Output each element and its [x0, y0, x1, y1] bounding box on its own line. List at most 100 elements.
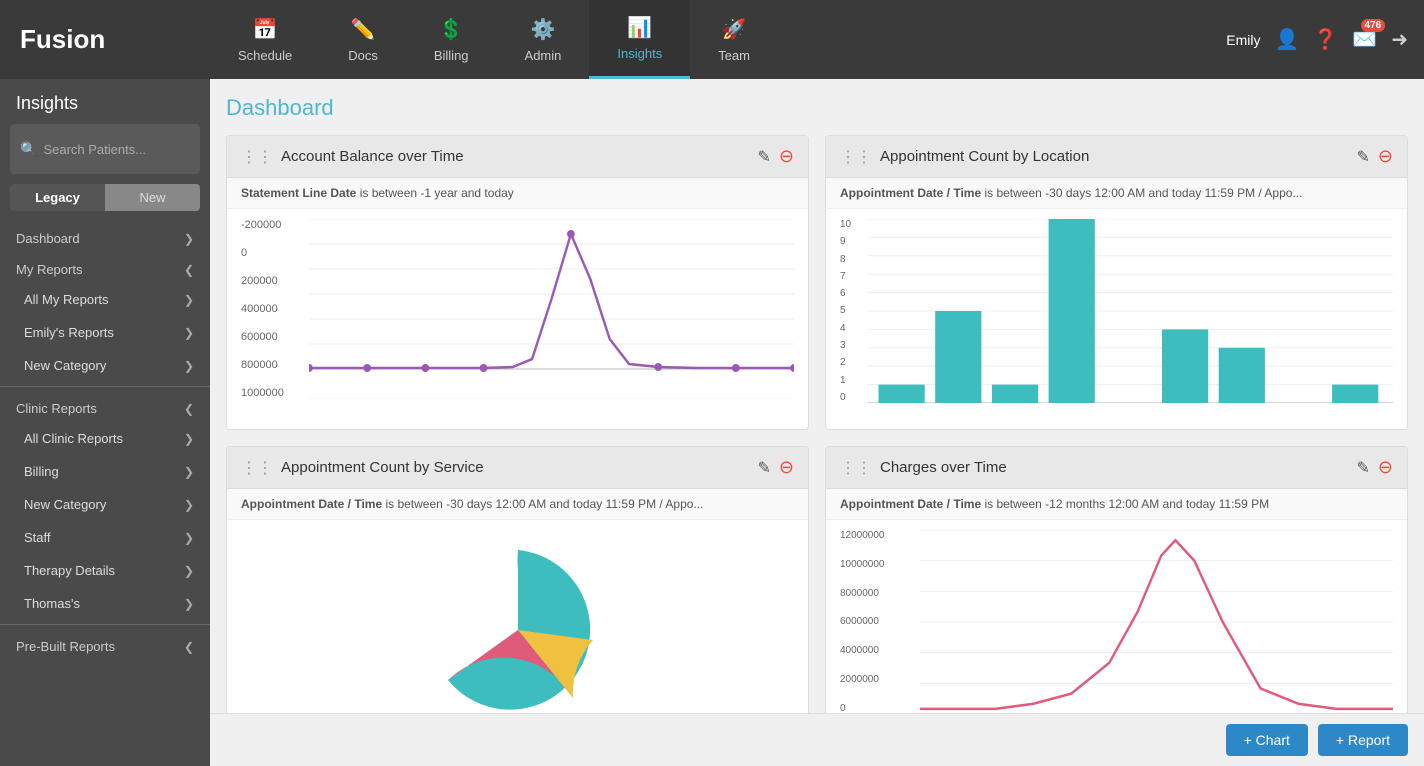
line-chart-svg-area	[309, 219, 794, 399]
sidebar-item-billing[interactable]: Billing ❯	[0, 455, 210, 488]
edit-appointment-location-button[interactable]: ✎	[1357, 147, 1370, 167]
user-name: Emily	[1226, 32, 1260, 48]
docs-icon: ✏️	[351, 17, 376, 42]
sidebar-item-my-reports[interactable]: My Reports ❮	[0, 252, 210, 283]
edit-account-balance-button[interactable]: ✎	[758, 147, 771, 167]
sidebar-dashboard-label: Dashboard	[16, 231, 80, 246]
legacy-toggle[interactable]: Legacy	[10, 184, 105, 211]
clinic-reports-label: Clinic Reports	[16, 401, 97, 416]
edit-charges-button[interactable]: ✎	[1357, 458, 1370, 478]
remove-appointment-location-button[interactable]: ⊖	[1378, 146, 1393, 167]
sidebar-divider-2	[0, 624, 210, 625]
my-reports-chevron-icon: ❮	[184, 263, 194, 277]
user-avatar-button[interactable]: 👤	[1275, 27, 1300, 52]
sidebar-item-new-category-my[interactable]: New Category ❯	[0, 349, 210, 382]
drag-handle-account-balance[interactable]: ⋮⋮	[241, 147, 273, 167]
add-chart-button[interactable]: + Chart	[1226, 724, 1308, 756]
filter-bold-charges: Appointment Date / Time	[840, 497, 981, 511]
mail-badge-container: ✉️ 476	[1352, 27, 1377, 52]
nav-team[interactable]: 🚀 Team	[690, 0, 778, 79]
sidebar-item-pre-built-reports[interactable]: Pre-Built Reports ❮	[0, 629, 210, 660]
chart-body-appointment-location: 0 1 2 3 4 5 6 7 8 9 10	[826, 209, 1407, 429]
remove-appointment-service-button[interactable]: ⊖	[779, 457, 794, 478]
staff-chevron-icon: ❯	[184, 531, 194, 545]
chart-appointment-location: ⋮⋮ Appointment Count by Location ✎ ⊖ App…	[825, 135, 1408, 430]
mail-badge-count: 476	[1361, 19, 1386, 32]
nav-admin-label: Admin	[525, 48, 562, 63]
chart-body-account-balance: 1000000 800000 600000 400000 200000 0 -2…	[227, 209, 808, 429]
thomass-chevron-icon: ❯	[184, 597, 194, 611]
thomass-label: Thomas's	[24, 596, 80, 611]
logout-button[interactable]: ➜	[1391, 27, 1408, 52]
all-clinic-reports-label: All Clinic Reports	[24, 431, 123, 446]
edit-appointment-service-button[interactable]: ✎	[758, 458, 771, 478]
new-category-my-label: New Category	[24, 358, 106, 373]
sidebar-item-clinic-reports[interactable]: Clinic Reports ❮	[0, 391, 210, 422]
nav-items: 📅 Schedule ✏️ Docs 💲 Billing ⚙️ Admin 📊 …	[210, 0, 1210, 79]
bottom-bar: + Chart + Report	[210, 713, 1424, 766]
chart-header-appointment-service: ⋮⋮ Appointment Count by Service ✎ ⊖	[227, 447, 808, 489]
main-layout: Insights 🔍 👤+ Legacy New Dashboard ❯ My …	[0, 79, 1424, 766]
billing-chevron-icon: ❯	[184, 465, 194, 479]
team-icon: 🚀	[722, 17, 747, 42]
remove-charges-button[interactable]: ⊖	[1378, 457, 1393, 478]
sidebar: Insights 🔍 👤+ Legacy New Dashboard ❯ My …	[0, 79, 210, 766]
line-chart-account-balance: 1000000 800000 600000 400000 200000 0 -2…	[241, 219, 794, 419]
pie-chart-service	[241, 530, 794, 730]
search-input[interactable]	[43, 142, 210, 157]
sidebar-item-thomass[interactable]: Thomas's ❯	[0, 587, 210, 620]
sidebar-item-new-category-clinic[interactable]: New Category ❯	[0, 488, 210, 521]
help-button[interactable]: ❓	[1313, 27, 1338, 52]
all-my-reports-chevron-icon: ❯	[184, 293, 194, 307]
chart-body-charges: 0 2000000 4000000 6000000 8000000 100000…	[826, 520, 1407, 740]
top-nav: Fusion 📅 Schedule ✏️ Docs 💲 Billing ⚙️ A…	[0, 0, 1424, 79]
filter-bold-appointment-location: Appointment Date / Time	[840, 186, 981, 200]
therapy-details-chevron-icon: ❯	[184, 564, 194, 578]
pre-built-reports-chevron-icon: ❮	[184, 640, 194, 654]
sidebar-item-all-clinic-reports[interactable]: All Clinic Reports ❯	[0, 422, 210, 455]
schedule-icon: 📅	[253, 17, 278, 42]
sidebar-item-emilys-reports[interactable]: Emily's Reports ❯	[0, 316, 210, 349]
nav-insights[interactable]: 📊 Insights	[589, 0, 690, 79]
sidebar-item-all-my-reports[interactable]: All My Reports ❯	[0, 283, 210, 316]
nav-billing[interactable]: 💲 Billing	[406, 0, 497, 79]
page-title: Dashboard	[226, 95, 1408, 121]
emilys-reports-chevron-icon: ❯	[184, 326, 194, 340]
sidebar-item-dashboard[interactable]: Dashboard ❯	[0, 221, 210, 252]
chart-header-account-balance: ⋮⋮ Account Balance over Time ✎ ⊖	[227, 136, 808, 178]
emilys-reports-label: Emily's Reports	[24, 325, 114, 340]
filter-bold-appointment-service: Appointment Date / Time	[241, 497, 382, 511]
nav-team-label: Team	[718, 48, 750, 63]
staff-label: Staff	[24, 530, 51, 545]
add-report-button[interactable]: + Report	[1318, 724, 1408, 756]
line-chart-charges: 0 2000000 4000000 6000000 8000000 100000…	[840, 530, 1393, 730]
nav-right: Emily 👤 ❓ ✉️ 476 ➜	[1210, 27, 1424, 52]
filter-bold-account-balance: Statement Line Date	[241, 186, 356, 200]
chart-title-account-balance: Account Balance over Time	[281, 148, 464, 165]
remove-account-balance-button[interactable]: ⊖	[779, 146, 794, 167]
nav-insights-label: Insights	[617, 46, 662, 61]
chart-title-charges: Charges over Time	[880, 459, 1007, 476]
dashboard-chevron-icon: ❯	[184, 232, 194, 246]
nav-schedule[interactable]: 📅 Schedule	[210, 0, 320, 79]
new-toggle[interactable]: New	[105, 184, 200, 211]
pre-built-reports-label: Pre-Built Reports	[16, 639, 115, 654]
chart-filter-appointment-service: Appointment Date / Time is between -30 d…	[227, 489, 808, 520]
bar-chart-location: 0 1 2 3 4 5 6 7 8 9 10	[840, 219, 1393, 419]
drag-handle-appointment-location[interactable]: ⋮⋮	[840, 147, 872, 167]
chart-title-appointment-service: Appointment Count by Service	[281, 459, 484, 476]
nav-admin[interactable]: ⚙️ Admin	[497, 0, 590, 79]
content-area: Dashboard ⋮⋮ Account Balance over Time ✎…	[210, 79, 1424, 766]
nav-billing-label: Billing	[434, 48, 469, 63]
drag-handle-charges[interactable]: ⋮⋮	[840, 458, 872, 478]
billing-icon: 💲	[439, 17, 464, 42]
new-category-clinic-chevron-icon: ❯	[184, 498, 194, 512]
chart-filter-charges: Appointment Date / Time is between -12 m…	[826, 489, 1407, 520]
all-my-reports-label: All My Reports	[24, 292, 109, 307]
chart-filter-appointment-location: Appointment Date / Time is between -30 d…	[826, 178, 1407, 209]
sidebar-item-therapy-details[interactable]: Therapy Details ❯	[0, 554, 210, 587]
nav-docs[interactable]: ✏️ Docs	[320, 0, 406, 79]
sidebar-search-bar[interactable]: 🔍 👤+	[10, 124, 200, 174]
sidebar-item-staff[interactable]: Staff ❯	[0, 521, 210, 554]
drag-handle-appointment-service[interactable]: ⋮⋮	[241, 458, 273, 478]
